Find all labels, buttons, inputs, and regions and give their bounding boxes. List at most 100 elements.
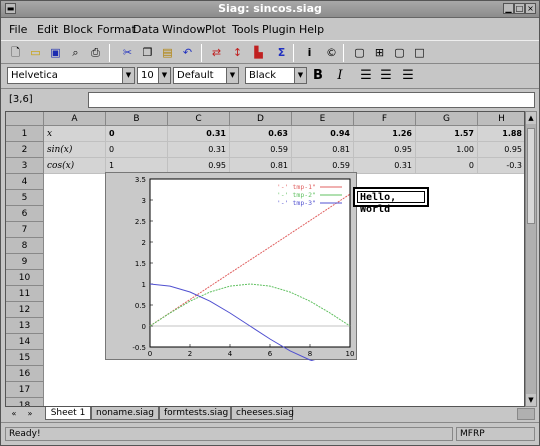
italic-button[interactable]: I (331, 67, 349, 85)
first-sheet-icon[interactable]: « (7, 408, 21, 420)
cell[interactable]: 0.59 (230, 142, 292, 158)
tab-formtests[interactable]: formtests.siag (159, 407, 231, 420)
row-header[interactable]: 14 (6, 334, 44, 350)
cell[interactable]: -0.3 (478, 158, 524, 174)
column-header-a[interactable]: A (44, 112, 106, 126)
cell[interactable]: 0.31 (354, 158, 416, 174)
cell[interactable]: 1.26 (354, 126, 416, 142)
cell[interactable]: x (44, 126, 106, 142)
column-header-c[interactable]: C (168, 112, 230, 126)
plot-object[interactable]: 3.5 3 2.5 2 1.5 1 0.5 0 -0.5 0 2 4 6 8 10 '-' tmp-1" '-'… (105, 172, 357, 361)
vertical-scrollbar[interactable]: ▲ ▼ (525, 111, 537, 407)
row-header[interactable]: 11 (6, 286, 44, 302)
row-header[interactable]: 2 (6, 142, 44, 158)
menu-plugin[interactable]: Plugin (262, 23, 296, 36)
align-center-icon[interactable]: ☰ (377, 67, 395, 85)
size-select[interactable]: 10 ▼ (137, 67, 171, 84)
menu-edit[interactable]: Edit (37, 23, 58, 36)
menu-format[interactable]: Format (97, 23, 136, 36)
menu-file[interactable]: File (9, 23, 27, 36)
preview-icon[interactable]: ⌕ (67, 44, 84, 61)
bold-button[interactable]: B (309, 67, 327, 85)
scroll-down-icon[interactable]: ▼ (526, 394, 536, 406)
copyright-icon[interactable]: ⇄ (208, 44, 225, 61)
menu-window[interactable]: Window (162, 23, 205, 36)
row-header[interactable]: 16 (6, 366, 44, 382)
cell[interactable]: 0 (106, 126, 168, 142)
close-icon[interactable]: × (525, 3, 536, 14)
menu-tools[interactable]: Tools (232, 23, 259, 36)
cell[interactable]: 0.63 (230, 126, 292, 142)
row-header[interactable]: 10 (6, 270, 44, 286)
font-select[interactable]: Helvetica ▼ (7, 67, 135, 84)
cell[interactable]: 1.00 (416, 142, 478, 158)
open-icon[interactable]: ▭ (27, 44, 44, 61)
cell[interactable]: sin(x) (44, 142, 106, 158)
style-select[interactable]: Default ▼ (173, 67, 239, 84)
cut-icon[interactable]: ✂ (119, 44, 136, 61)
column-header-h[interactable]: H (478, 112, 524, 126)
save-icon[interactable]: ▣ (47, 44, 64, 61)
cell[interactable]: 1.88 (478, 126, 524, 142)
scroll-thumb[interactable] (527, 128, 535, 224)
grid-icon[interactable]: ⊞ (371, 44, 388, 61)
sort-icon[interactable]: ↕ (229, 44, 246, 61)
row-header[interactable]: 6 (6, 206, 44, 222)
tab-cheeses[interactable]: cheeses.siag (231, 407, 294, 420)
grid-corner[interactable] (6, 112, 44, 126)
align-left-icon[interactable]: ☰ (357, 67, 375, 85)
cell[interactable]: 0.95 (354, 142, 416, 158)
cell[interactable]: cos(x) (44, 158, 106, 174)
tab-sheet-1[interactable]: Sheet 1 (45, 407, 91, 420)
row-header[interactable]: 5 (6, 190, 44, 206)
chevron-down-icon[interactable]: ▼ (158, 68, 170, 83)
tab-noname[interactable]: noname.siag (91, 407, 159, 420)
row-header[interactable]: 12 (6, 302, 44, 318)
new-icon[interactable]: 🗋 (7, 44, 24, 61)
color-select[interactable]: Black ▼ (245, 67, 307, 84)
box-icon[interactable]: ▢ (391, 44, 408, 61)
maximize-icon[interactable]: □ (514, 3, 525, 14)
menu-data[interactable]: Data (133, 23, 159, 36)
cell-icon[interactable]: ▢ (351, 44, 368, 61)
sum-icon[interactable]: Σ (273, 44, 290, 61)
column-header-e[interactable]: E (292, 112, 354, 126)
cell[interactable]: 0.95 (478, 142, 524, 158)
cell[interactable]: 0 (416, 158, 478, 174)
menu-help[interactable]: Help (299, 23, 324, 36)
undo-icon[interactable]: ↶ (179, 44, 196, 61)
row-header[interactable]: 13 (6, 318, 44, 334)
horizontal-scrollbar[interactable] (517, 408, 535, 420)
row-header[interactable]: 8 (6, 238, 44, 254)
cell[interactable]: 0 (106, 142, 168, 158)
row-header[interactable]: 4 (6, 174, 44, 190)
cell[interactable]: 0.81 (292, 142, 354, 158)
copyright-icon[interactable]: © (323, 44, 340, 61)
chevron-down-icon[interactable]: ▼ (122, 68, 134, 83)
chevron-down-icon[interactable]: ▼ (294, 68, 306, 83)
minimize-icon[interactable]: ▁ (503, 3, 514, 14)
row-header[interactable]: 7 (6, 222, 44, 238)
column-header-f[interactable]: F (354, 112, 416, 126)
last-sheet-icon[interactable]: » (23, 408, 37, 420)
cell[interactable]: 0.31 (168, 142, 230, 158)
paste-icon[interactable]: ▤ (159, 44, 176, 61)
formula-input[interactable] (88, 92, 535, 108)
column-header-g[interactable]: G (416, 112, 478, 126)
menu-plot[interactable]: Plot (205, 23, 226, 36)
row-header[interactable]: 18 (6, 398, 44, 406)
column-header-b[interactable]: B (106, 112, 168, 126)
menu-block[interactable]: Block (63, 23, 93, 36)
scroll-up-icon[interactable]: ▲ (526, 112, 536, 124)
text-object[interactable]: Hello, World (353, 187, 429, 215)
print-icon[interactable]: ⎙ (87, 44, 104, 61)
chart-icon[interactable]: ▙ (250, 44, 267, 61)
info-icon[interactable]: i (301, 44, 318, 61)
row-header[interactable]: 15 (6, 350, 44, 366)
align-right-icon[interactable]: ☰ (399, 67, 417, 85)
cell[interactable]: 0.94 (292, 126, 354, 142)
square-icon[interactable]: □ (411, 44, 428, 61)
cell[interactable]: 1.57 (416, 126, 478, 142)
column-header-d[interactable]: D (230, 112, 292, 126)
copy-icon[interactable]: ❐ (139, 44, 156, 61)
